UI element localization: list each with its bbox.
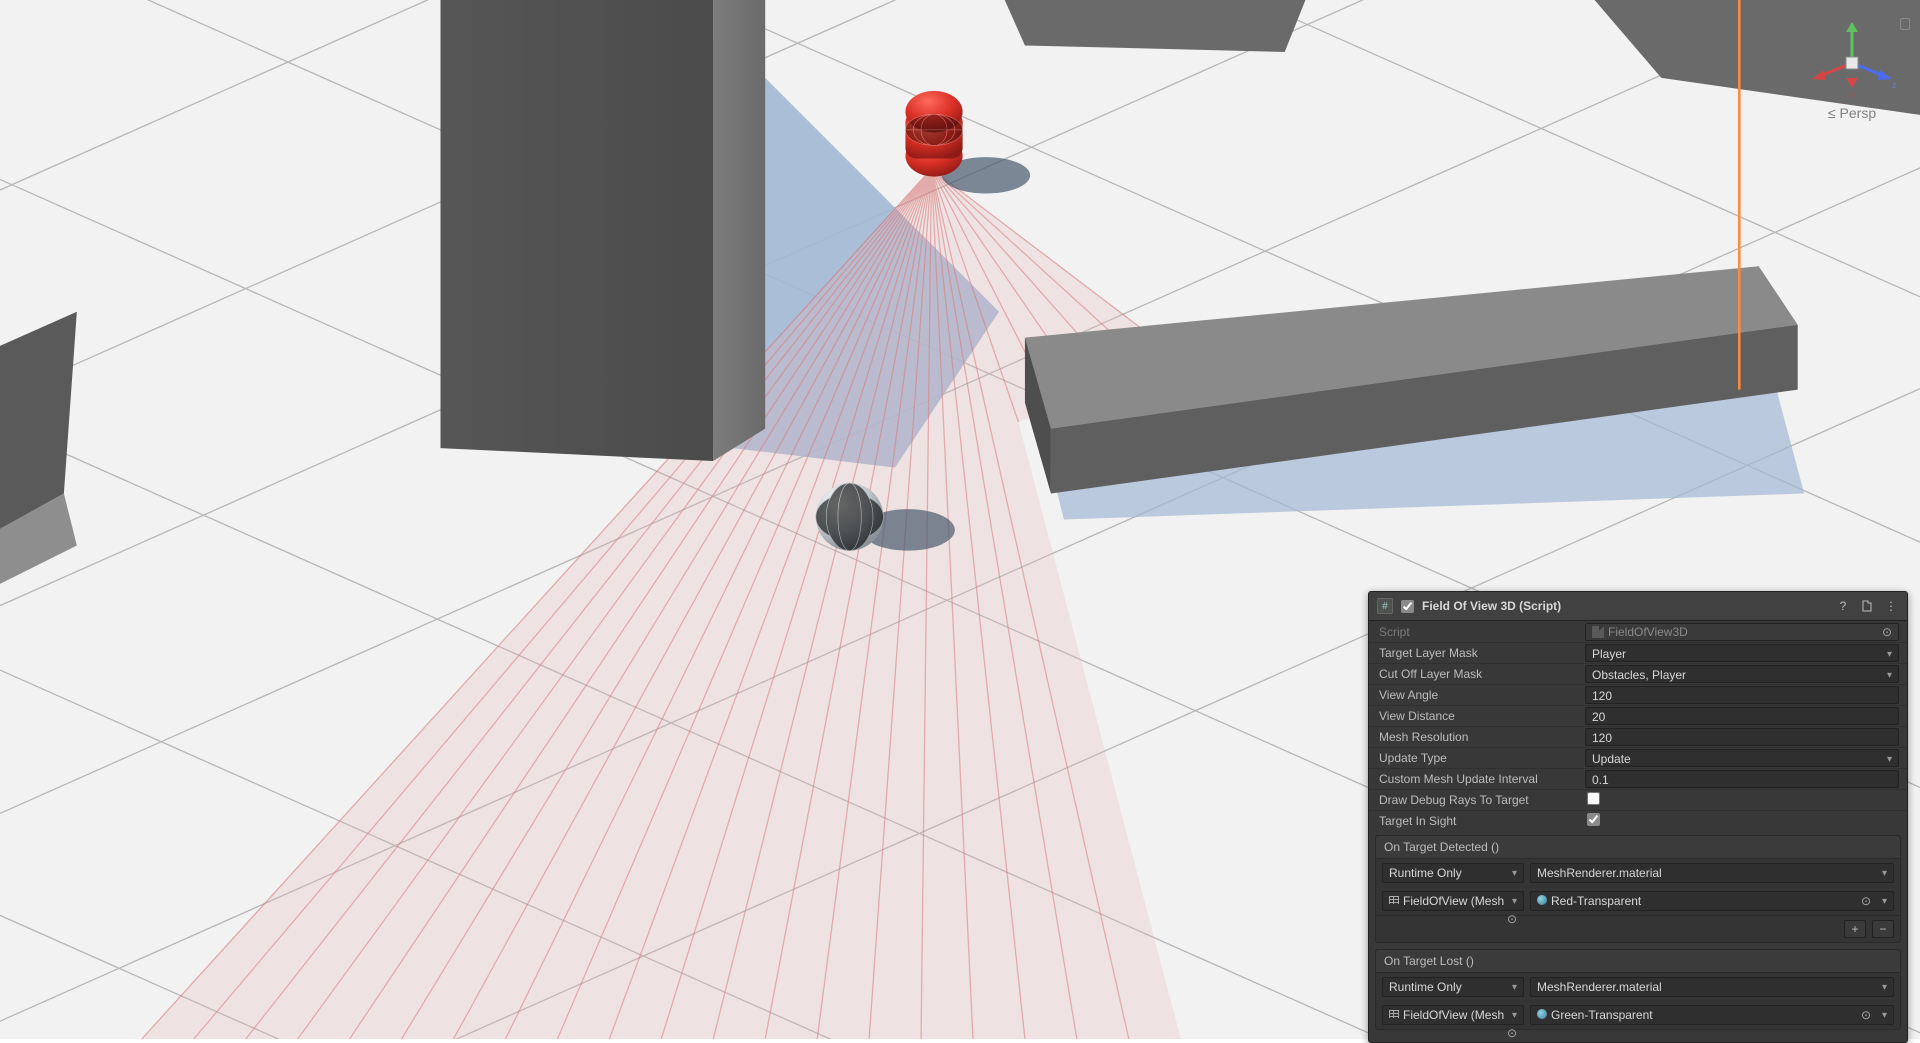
component-title: Field Of View 3D (Script) — [1422, 599, 1827, 613]
component-enabled-checkbox[interactable] — [1401, 600, 1414, 613]
persp-arrow-icon: ≤ — [1828, 105, 1836, 121]
event-title: On Target Detected () — [1376, 836, 1900, 859]
inspector-panel: # Field Of View 3D (Script) ? ⋮ Script F… — [1368, 591, 1908, 1043]
preset-icon[interactable] — [1859, 598, 1875, 614]
event-argument-field[interactable]: Red-Transparent⊙ — [1530, 891, 1894, 911]
object-picker-icon[interactable]: ⊙ — [1504, 1024, 1517, 1042]
script-asset-icon — [1592, 626, 1604, 638]
event-argument-field[interactable]: Green-Transparent⊙ — [1530, 1005, 1894, 1025]
projection-toggle[interactable]: ≤Persp — [1802, 105, 1902, 121]
script-field: FieldOfView3D ⊙ — [1585, 623, 1899, 641]
custom-interval-input[interactable]: 0.1 — [1585, 770, 1899, 788]
event-target-object-field[interactable]: FieldOfView (Mesh ⊙ — [1382, 891, 1524, 911]
prop-view-angle: View Angle 120 — [1369, 684, 1907, 705]
context-menu-icon[interactable]: ⋮ — [1883, 598, 1899, 614]
target-in-sight-checkbox[interactable] — [1587, 813, 1600, 826]
gizmo-lock-icon[interactable] — [1900, 18, 1910, 30]
material-icon — [1537, 1009, 1547, 1019]
prop-update-type: Update Type Update — [1369, 747, 1907, 768]
mesh-resolution-input[interactable]: 120 — [1585, 728, 1899, 746]
prop-draw-debug: Draw Debug Rays To Target — [1369, 789, 1907, 810]
prop-view-distance: View Distance 20 — [1369, 705, 1907, 726]
prop-cutoff-layer-mask: Cut Off Layer Mask Obstacles, Player — [1369, 663, 1907, 684]
event-remove-button[interactable]: − — [1872, 920, 1894, 938]
event-target-object-field[interactable]: FieldOfView (Mesh ⊙ — [1382, 1005, 1524, 1025]
gizmo-x-label: x — [1850, 89, 1855, 98]
object-picker-icon[interactable]: ⊙ — [1861, 1006, 1871, 1024]
prop-mesh-resolution: Mesh Resolution 120 — [1369, 726, 1907, 747]
event-title: On Target Lost () — [1376, 950, 1900, 973]
prop-custom-interval: Custom Mesh Update Interval 0.1 — [1369, 768, 1907, 789]
event-on-target-lost: On Target Lost () Runtime Only MeshRende… — [1375, 949, 1901, 1030]
event-function-dropdown[interactable]: MeshRenderer.material — [1530, 977, 1894, 997]
orientation-gizmo[interactable]: x z ≤Persp — [1802, 18, 1902, 128]
help-icon[interactable]: ? — [1835, 598, 1851, 614]
gizmo-z-label: z — [1892, 80, 1897, 90]
cutoff-layer-dropdown[interactable]: Obstacles, Player — [1585, 665, 1899, 683]
prop-script: Script FieldOfView3D ⊙ — [1369, 621, 1907, 642]
event-call-state-dropdown[interactable]: Runtime Only — [1382, 977, 1524, 997]
component-header[interactable]: # Field Of View 3D (Script) ? ⋮ — [1369, 592, 1907, 621]
view-angle-input[interactable]: 120 — [1585, 686, 1899, 704]
gizmo-axes-icon: x z — [1802, 18, 1902, 98]
script-component-icon: # — [1377, 598, 1393, 614]
object-picker-icon: ⊙ — [1882, 623, 1892, 641]
event-add-button[interactable]: + — [1844, 920, 1866, 938]
scene-viewport[interactable]: x z ≤Persp # Field Of View 3D (Script) ?… — [0, 0, 1920, 1039]
draw-debug-checkbox[interactable] — [1587, 792, 1600, 805]
prop-target-layer-mask: Target Layer Mask Player — [1369, 642, 1907, 663]
target-layer-dropdown[interactable]: Player — [1585, 644, 1899, 662]
object-picker-icon[interactable]: ⊙ — [1861, 892, 1871, 910]
mesh-filter-icon — [1389, 1010, 1399, 1018]
mesh-filter-icon — [1389, 896, 1399, 904]
event-function-dropdown[interactable]: MeshRenderer.material — [1530, 863, 1894, 883]
event-on-target-detected: On Target Detected () Runtime Only MeshR… — [1375, 835, 1901, 943]
object-picker-icon[interactable]: ⊙ — [1504, 910, 1517, 928]
material-icon — [1537, 895, 1547, 905]
prop-target-in-sight: Target In Sight — [1369, 810, 1907, 831]
update-type-dropdown[interactable]: Update — [1585, 749, 1899, 767]
view-distance-input[interactable]: 20 — [1585, 707, 1899, 725]
event-call-state-dropdown[interactable]: Runtime Only — [1382, 863, 1524, 883]
